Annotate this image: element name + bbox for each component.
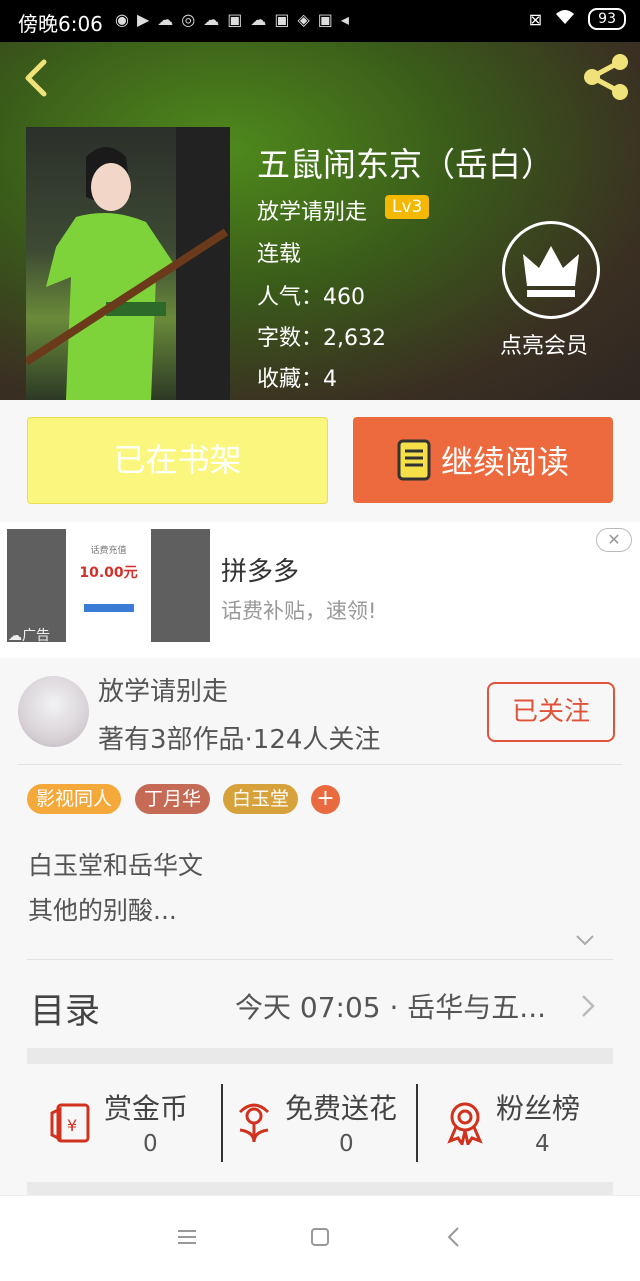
system-nav-bar [0, 1195, 640, 1281]
status-time: 傍晚6:06 [18, 12, 103, 36]
tag-film-fanfic[interactable]: 影视同人 [27, 784, 122, 814]
menu-icon[interactable] [176, 1229, 198, 1249]
book-author[interactable]: 放学请别走 [257, 194, 367, 226]
ad-close-button[interactable]: ✕ [596, 528, 632, 552]
continue-reading-label: 继续阅读 [440, 443, 569, 481]
book-icon [397, 439, 431, 481]
chevron-down-icon [576, 935, 594, 946]
status-right: ⊠ 93 [529, 8, 626, 30]
ad-title[interactable]: 拼多多 [221, 551, 299, 588]
tag-ding-yuehua[interactable]: 丁月华 [135, 784, 211, 814]
svg-text:¥: ¥ [67, 1116, 77, 1135]
book-popularity: 人气：460 [257, 285, 365, 310]
follow-button[interactable]: 已关注 [487, 682, 615, 742]
book-title: 五鼠闹东京（岳白） [257, 145, 554, 184]
description-line-1: 白玉堂和岳华文 [28, 851, 204, 880]
reward-count: 0 [143, 1131, 158, 1157]
book-cover-image[interactable] [26, 127, 230, 400]
sim-off-icon: ⊠ [528, 9, 543, 29]
stat-divider [221, 1084, 223, 1162]
cover-illustration [26, 127, 230, 400]
divider [18, 764, 622, 765]
free-flower-label[interactable]: 免费送花 [285, 1087, 397, 1127]
ad-subtitle[interactable]: 话费补贴，速领! [221, 595, 376, 625]
share-icon [584, 54, 628, 100]
author-name[interactable]: 放学请别走 [98, 671, 228, 708]
reward-label[interactable]: 赏金币 [104, 1087, 188, 1127]
chevron-right-icon [582, 995, 595, 1017]
ad-phone-header: 话费充值 [90, 546, 127, 556]
ad-price: 10.00元 [79, 565, 138, 581]
author-avatar[interactable] [18, 676, 89, 747]
flower-icon [234, 1102, 274, 1148]
flower-count: 0 [339, 1131, 354, 1157]
stat-divider [416, 1084, 418, 1162]
back-button[interactable] [18, 58, 54, 98]
close-icon: ✕ [607, 530, 621, 549]
section-separator [27, 1182, 613, 1195]
notification-icons: ◉▶☁◎☁▣☁▣◈▣◂ [115, 10, 357, 29]
divider [27, 959, 613, 960]
add-tag-button[interactable]: + [311, 785, 340, 814]
reward-coin-icon: ¥ [50, 1101, 96, 1147]
author-info: 著有3部作品·124人关注 [98, 725, 381, 755]
fans-count: 4 [535, 1131, 550, 1157]
expand-description-button[interactable] [575, 930, 595, 950]
back-arrow-icon [25, 59, 47, 97]
toc-label[interactable]: 目录 [30, 983, 100, 1034]
status-bar: 傍晚6:06 ◉▶☁◎☁▣☁▣◈▣◂ ⊠ 93 [0, 0, 640, 42]
medal-icon [444, 1101, 486, 1149]
book-word-count: 字数：2,632 [257, 326, 386, 351]
vip-crown-button[interactable] [502, 221, 600, 319]
author-level-badge: Lv3 [385, 195, 430, 219]
fans-rank-label[interactable]: 粉丝榜 [496, 1087, 580, 1127]
description-line-2: 其他的别酸... [28, 896, 177, 925]
tag-bai-yutang[interactable]: 白玉堂 [223, 784, 299, 814]
home-icon[interactable] [310, 1227, 330, 1251]
ad-phone-screenshot: 话费充值 10.00元 [66, 529, 151, 642]
book-status: 连载 [257, 242, 302, 267]
continue-reading-button[interactable]: 继续阅读 [353, 417, 613, 503]
toc-arrow-button[interactable] [580, 994, 596, 1018]
book-favorites: 收藏：4 [257, 367, 337, 392]
in-bookshelf-button[interactable]: 已在书架 [27, 417, 328, 504]
crown-icon [523, 246, 579, 297]
back-nav-icon[interactable] [446, 1226, 460, 1252]
toc-latest-chapter[interactable]: 今天 07:05 · 岳华与五... [235, 986, 546, 1026]
vip-label[interactable]: 点亮会员 [500, 328, 588, 360]
ad-mark: ☁广告 [8, 628, 50, 644]
share-button[interactable] [580, 52, 632, 102]
wifi-icon [554, 8, 576, 30]
section-separator [27, 1048, 613, 1064]
battery-indicator: 93 [588, 8, 626, 30]
ad-phone-button [83, 604, 134, 612]
